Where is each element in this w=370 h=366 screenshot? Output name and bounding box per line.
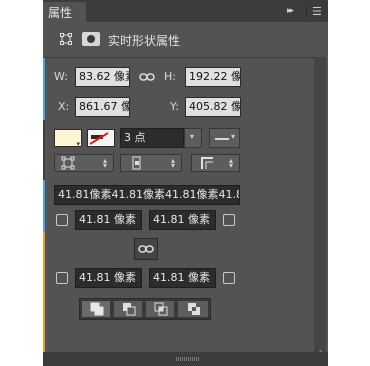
height-field[interactable]: 192.22 像 [185,67,241,87]
stroke-type-dropdown[interactable]: ▾ [209,128,240,148]
x-label: X: [58,100,70,113]
link-icon[interactable] [139,71,155,83]
mask-icon[interactable] [82,32,100,46]
corner-bottom-right-field[interactable]: 41.81 像素 [149,268,216,288]
corner-top-right-field[interactable]: 41.81 像素 [149,210,216,230]
exclude-overlap-icon [188,303,200,315]
link-corners-button[interactable] [134,238,158,260]
x-field[interactable]: 861.67 像: [75,97,130,117]
intersect-shapes-button[interactable] [145,300,175,318]
corner-radius-all-field[interactable]: 41.81像素41.81像素41.81像素41.81 [54,185,240,205]
stroke-cap-dropdown[interactable]: ▴ ▾ [120,154,182,172]
stroke-join-icon [201,157,213,169]
combine-shapes-button[interactable] [81,300,111,318]
width-field[interactable]: 83.62 像素 [75,67,130,87]
exclude-overlap-button[interactable] [177,300,209,318]
tab-properties-label: 属性 [48,6,73,20]
panel-menu-icon[interactable]: ☰ [312,5,322,18]
accent-bar-blue [43,180,45,232]
stroke-width-field[interactable]: 3 点 [120,128,184,148]
corner-bottom-right-checkbox[interactable] [223,272,235,284]
intersect-shapes-icon [154,302,168,316]
corner-top-right-checkbox[interactable] [223,214,235,226]
fill-color-swatch[interactable]: ▾ [54,129,82,148]
stroke-align-dropdown[interactable]: ▴ ▾ [54,154,114,172]
width-label: W: [54,70,68,83]
collapse-panel-icon[interactable]: ▸▸ [287,6,294,16]
subtract-shapes-icon [123,303,136,316]
stroke-cap-icon [132,156,141,170]
stroke-align-icon [61,156,75,170]
stroke-join-dropdown[interactable]: ▴ ▾ [191,154,240,172]
corner-bottom-left-field[interactable]: 41.81 像素 [75,268,142,288]
corner-top-left-field[interactable]: 41.81 像素 [75,210,142,230]
corner-top-left-checkbox[interactable] [56,214,68,226]
y-field[interactable]: 405.82 像 [185,97,241,117]
shape-type-icon [60,33,72,45]
chain-link-icon [138,245,154,253]
combine-shapes-icon [90,302,104,316]
height-label: H: [164,70,176,83]
header-title: 实时形状属性 [108,34,181,48]
y-label: Y: [170,100,179,113]
stroke-width-dropdown[interactable]: ▾ [184,128,202,148]
stroke-color-swatch[interactable] [87,129,115,147]
header-divider [45,57,314,58]
accent-bar-orange [43,232,45,352]
subtract-shapes-button[interactable] [113,300,143,318]
corner-bottom-left-checkbox[interactable] [56,272,68,284]
resize-grip-icon[interactable] [176,357,200,361]
scrollbar[interactable] [314,57,326,355]
accent-bar-blue [43,58,45,120]
tab-separator [306,5,307,17]
